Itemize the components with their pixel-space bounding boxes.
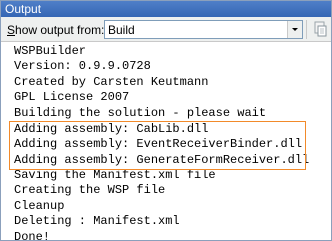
output-line: Saving the Manifest.xml file [14, 168, 216, 182]
output-line: Creating the WSP file [14, 183, 166, 197]
window-title: Output [1, 1, 331, 17]
output-line: GPL License 2007 [14, 90, 130, 104]
assembly-highlight-box [9, 121, 306, 170]
chevron-down-icon[interactable] [287, 21, 302, 38]
output-line: WSPBuilder [14, 44, 87, 58]
output-source-value: Build [108, 23, 135, 37]
output-text-area[interactable]: WSPBuilder Version: 0.9.9.0728 Created b… [1, 42, 331, 241]
output-line: Version: 0.9.9.0728 [14, 59, 151, 73]
output-line: Building the solution - please wait [14, 106, 267, 120]
copy-icon[interactable] [312, 21, 328, 38]
show-output-from-label: Show output from: [7, 23, 105, 37]
output-window: Output Show output from: Build WSPBuilde… [0, 0, 332, 241]
output-line: Created by Carsten Keutmann [14, 75, 209, 89]
toolbar-separator [306, 20, 307, 39]
output-line: Done! [14, 230, 51, 241]
output-toolbar: Show output from: Build [1, 17, 331, 42]
output-line: Deleting : Manifest.xml [14, 214, 180, 228]
output-source-dropdown[interactable]: Build [104, 20, 303, 39]
output-line: Cleanup [14, 199, 65, 213]
